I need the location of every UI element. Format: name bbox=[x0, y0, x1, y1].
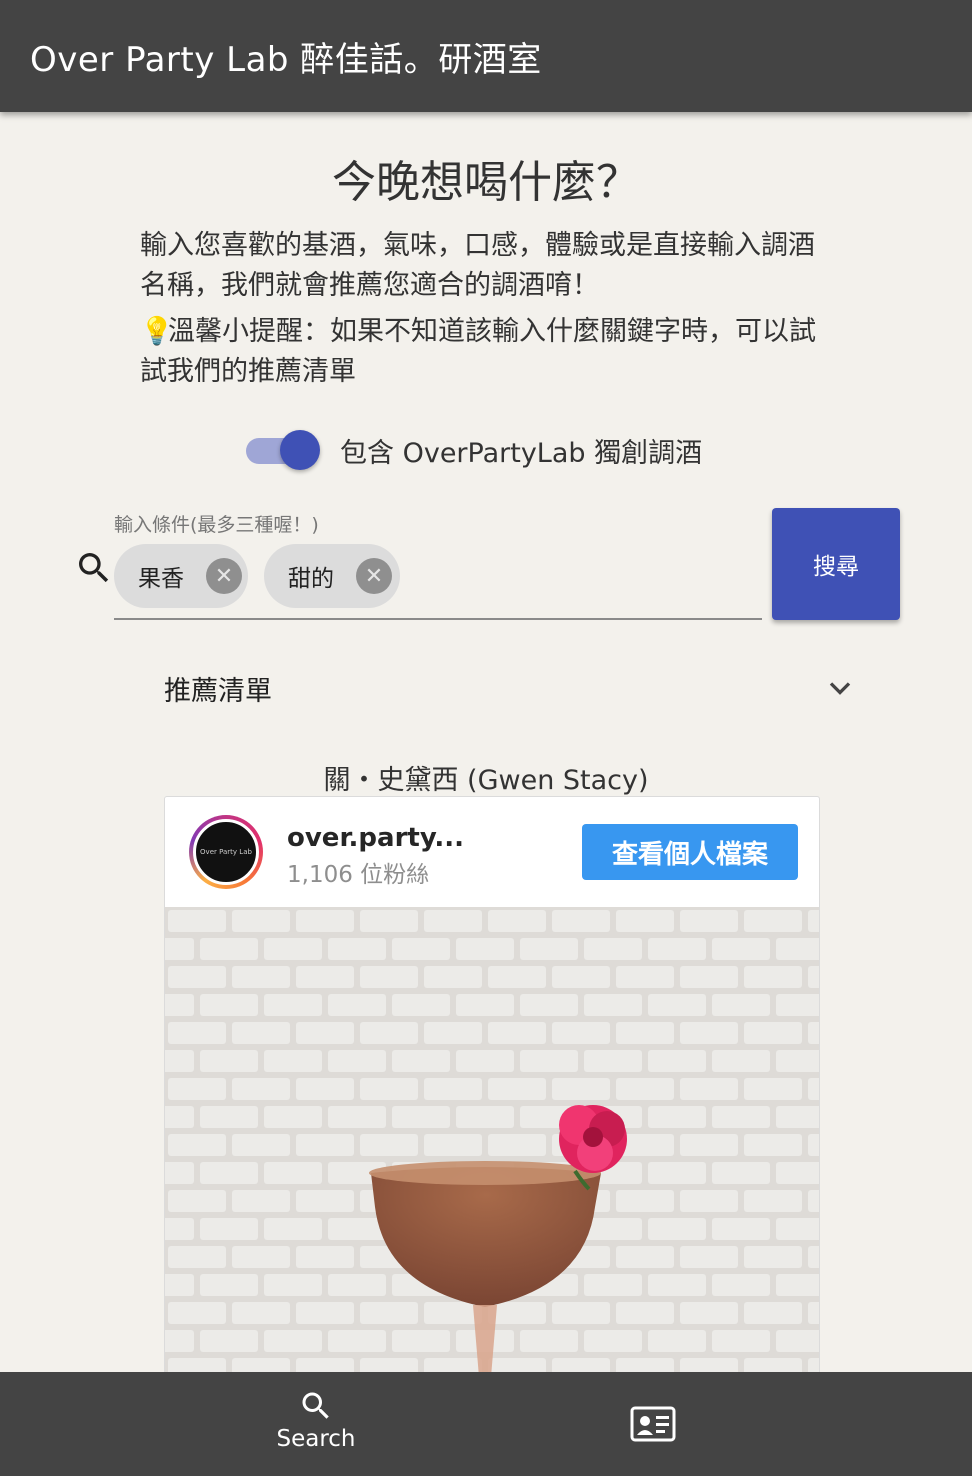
view-profile-button[interactable]: 查看個人檔案 bbox=[582, 824, 798, 880]
chip-label: 果香 bbox=[138, 566, 184, 592]
filter-chip-sweet[interactable]: 甜的 ✕ bbox=[264, 544, 400, 608]
remove-chip-icon[interactable]: ✕ bbox=[206, 558, 242, 594]
search-field-label: 輸入條件(最多三種喔！) bbox=[114, 514, 319, 536]
search-icon bbox=[302, 1392, 329, 1419]
intro-text: 輸入您喜歡的基酒，氣味，口感，體驗或是直接輸入調酒名稱，我們就會推薦您適合的調酒… bbox=[140, 230, 815, 301]
featured-cocktail-name: 關・史黛西 (Gwen Stacy) bbox=[323, 765, 649, 796]
instagram-embed: Over Party Lab over.party... 1,106 位粉絲 查… bbox=[164, 796, 820, 1372]
search-button[interactable]: 搜尋 bbox=[772, 508, 900, 620]
tip-text: 💡溫馨小提醒：如果不知道該輸入什麼關鍵字時，可以試試我們的推薦清單 bbox=[140, 312, 840, 392]
app-bar: Over Party Lab 醉佳話。研酒室 bbox=[0, 0, 972, 112]
original-cocktail-toggle[interactable] bbox=[246, 428, 320, 472]
instagram-followers: 1,106 位粉絲 bbox=[287, 862, 430, 888]
lightbulb-icon: 💡 bbox=[140, 316, 174, 347]
instagram-avatar[interactable]: Over Party Lab bbox=[189, 815, 263, 889]
recommendation-list-toggle[interactable]: 推薦清單 bbox=[164, 660, 864, 716]
nav-search-label: Search bbox=[276, 1426, 356, 1452]
toggle-label: 包含 OverPartyLab 獨創調酒 bbox=[340, 437, 703, 469]
main-content: 今晚想喝什麼？ 輸入您喜歡的基酒，氣味，口感，體驗或是直接輸入調酒名稱，我們就會… bbox=[0, 112, 972, 1372]
search-icon bbox=[79, 553, 109, 583]
bottom-nav: Search bbox=[0, 1372, 972, 1476]
contact-card-icon[interactable] bbox=[630, 1404, 676, 1444]
nav-search-tab[interactable]: Search bbox=[260, 1388, 372, 1468]
avatar-logo: Over Party Lab bbox=[193, 819, 259, 885]
page-heading: 今晚想喝什麼？ bbox=[332, 157, 640, 208]
cocktail-photo[interactable] bbox=[165, 907, 820, 1372]
remove-chip-icon[interactable]: ✕ bbox=[356, 558, 392, 594]
instagram-username[interactable]: over.party... bbox=[287, 823, 464, 853]
app-title: Over Party Lab 醉佳話。研酒室 bbox=[30, 39, 542, 80]
chevron-down-icon bbox=[829, 682, 851, 695]
tip-body: 溫馨小提醒：如果不知道該輸入什麼關鍵字時，可以試試我們的推薦清單 bbox=[140, 316, 816, 387]
instagram-header: Over Party Lab over.party... 1,106 位粉絲 查… bbox=[165, 797, 819, 907]
recommendation-list-title: 推薦清單 bbox=[164, 675, 272, 707]
search-area: 輸入條件(最多三種喔！) 果香 ✕ 甜的 ✕ 搜尋 bbox=[0, 508, 972, 628]
chip-label: 甜的 bbox=[288, 566, 334, 592]
filter-chip-fruity[interactable]: 果香 ✕ bbox=[114, 544, 248, 608]
search-field-underline bbox=[114, 618, 762, 620]
toggle-thumb bbox=[280, 430, 320, 470]
original-cocktail-toggle-row: 包含 OverPartyLab 獨創調酒 bbox=[246, 428, 702, 472]
